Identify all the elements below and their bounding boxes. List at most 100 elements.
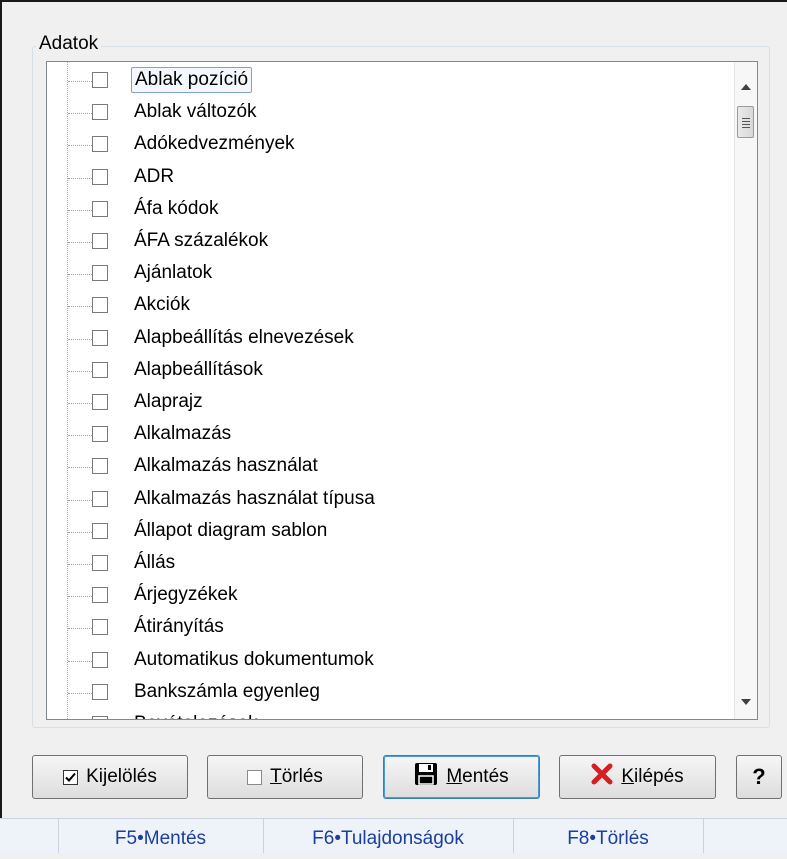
save-button[interactable]: Mentés [383,755,540,799]
checkbox-empty-icon [247,769,263,785]
tree-item[interactable]: Átirányítás [47,612,733,644]
checkbox-checked-icon [63,769,79,785]
scroll-down-icon[interactable] [741,699,751,705]
tree-item-label: Áfa kódok [134,197,219,219]
tree-item-checkbox[interactable] [92,200,108,217]
status-bar: F5•Mentés F6•Tulajdonságok F8•Törlés [0,818,787,853]
window-top-border [0,0,787,2]
clear-button[interactable]: Törlés [207,755,363,799]
tree-item[interactable]: Ablak változók [47,97,733,129]
tree-item[interactable]: Ajánlatok [47,258,733,290]
tree-item-label: Bevételezések [131,712,261,719]
tree-item[interactable]: Bankszámla egyenleg [47,677,733,709]
tree-item[interactable]: Alkalmazás [47,419,733,451]
select-all-button[interactable]: Kijelölés [32,755,188,799]
tree-branch-line [68,370,92,372]
exit-button[interactable]: Kilépés [559,755,716,799]
tree-item-label: Árjegyzékek [134,584,238,606]
tree-item-label: Alapbeállítások [134,358,263,380]
tree-item-label: Alkalmazás használat típusa [134,487,375,509]
tree-branch-line [68,435,92,437]
tree-item-label: Alaprajz [134,391,203,412]
tree-item[interactable]: Akciók [47,290,733,322]
tree-item-label: Akciók [134,294,190,316]
save-label: Mentés [446,766,509,787]
tree-item-checkbox[interactable] [92,619,108,636]
tree-branch-line [68,531,92,533]
tree-item-checkbox[interactable] [92,555,108,571]
groupbox-title: Adatok [36,33,102,55]
status-f5-save[interactable]: F5•Mentés [58,819,263,853]
status-f8-delete[interactable]: F8•Törlés [513,819,703,853]
help-icon: ? [752,764,766,789]
red-x-icon [591,763,613,791]
tree-item-label: Adókedvezmények [134,133,295,155]
tree-item-checkbox[interactable] [92,72,108,88]
tree-branch-line [68,467,92,469]
tree-item-label: Bankszámla egyenleg [134,680,320,702]
tree-branch-line [68,177,92,179]
tree-item-checkbox[interactable] [92,329,108,346]
tree-item-checkbox[interactable] [92,651,108,668]
tree-branch-line [68,145,92,147]
tree-item-label: Ajánlatok [134,262,213,284]
tree-branch-line [68,242,92,243]
tree-branch-line [68,628,92,630]
tree-item[interactable]: Állás [47,548,733,580]
tree-item-label: Állapot diagram sablon [134,519,328,541]
tree-branch-line [68,274,92,276]
tree-item-checkbox[interactable] [92,426,108,443]
tree-item[interactable]: Automatikus dokumentumok [47,645,733,677]
tree-item[interactable]: Ablak pozíció [47,65,733,97]
tree-item-label: Automatikus dokumentumok [134,648,374,670]
help-button[interactable]: ? [736,755,782,799]
tree-item[interactable]: Alapbeállítások [47,355,733,387]
tree-item[interactable]: Bevételezések [47,709,733,719]
tree-branch-line [68,81,92,82]
tree-item-checkbox[interactable] [92,265,108,282]
tree-item[interactable]: Árjegyzékek [47,580,733,612]
tree-item-checkbox[interactable] [92,716,108,719]
tree-item[interactable]: Áfa kódok [47,194,733,226]
tree-item-checkbox[interactable] [92,490,108,507]
tree-item-checkbox[interactable] [92,458,108,475]
tree-item-checkbox[interactable] [92,394,108,410]
tree-item[interactable]: ADR [47,162,733,194]
tree-branch-line [68,113,92,115]
tree-item-label: Állás [134,552,176,573]
status-f6-properties[interactable]: F6•Tulajdonságok [263,819,513,853]
tree-item-checkbox[interactable] [92,233,108,249]
tree-item-checkbox[interactable] [92,522,108,539]
tree-branch-line [68,499,92,501]
tree-item-label: Átirányítás [134,616,224,638]
tree-branch-line [68,564,92,565]
tree-branch-line [68,306,92,308]
tree-branch-line [68,403,92,404]
scrollbar-thumb[interactable] [737,106,754,138]
tree-item-checkbox[interactable] [92,683,108,700]
tree-item-label: Alkalmazás használat [134,455,318,477]
tree-item-label: ÁFA százalékok [134,230,269,251]
data-tree-listbox[interactable]: Ablak pozíció Ablak változók Adókedvezmény… [46,61,758,720]
tree-item[interactable]: Alkalmazás használat [47,451,733,483]
tree-view[interactable]: Ablak pozíció Ablak változók Adókedvezmény… [47,62,733,719]
tree-item-checkbox[interactable] [92,587,108,604]
tree-item-checkbox[interactable] [92,297,108,314]
scroll-up-icon[interactable] [741,84,751,90]
tree-item[interactable]: Alaprajz [47,387,733,419]
tree-branch-line [68,596,92,598]
tree-item[interactable]: Alkalmazás használat típusa [47,484,733,516]
tree-item[interactable]: Alapbeállítás elnevezések [47,323,733,355]
tree-branch-line [68,338,92,340]
tree-branch-line [68,209,92,211]
tree-item[interactable]: ÁFA százalékok [47,226,733,258]
vertical-scrollbar[interactable] [734,62,757,719]
tree-item-checkbox[interactable] [92,136,108,153]
tree-item-label: ADR [134,165,175,187]
tree-item[interactable]: Adókedvezmények [47,129,733,161]
tree-item-checkbox[interactable] [92,168,108,185]
tree-item-checkbox[interactable] [92,361,108,378]
tree-item-checkbox[interactable] [92,104,108,121]
tree-item[interactable]: Állapot diagram sablon [47,516,733,548]
floppy-disk-icon [414,762,438,792]
